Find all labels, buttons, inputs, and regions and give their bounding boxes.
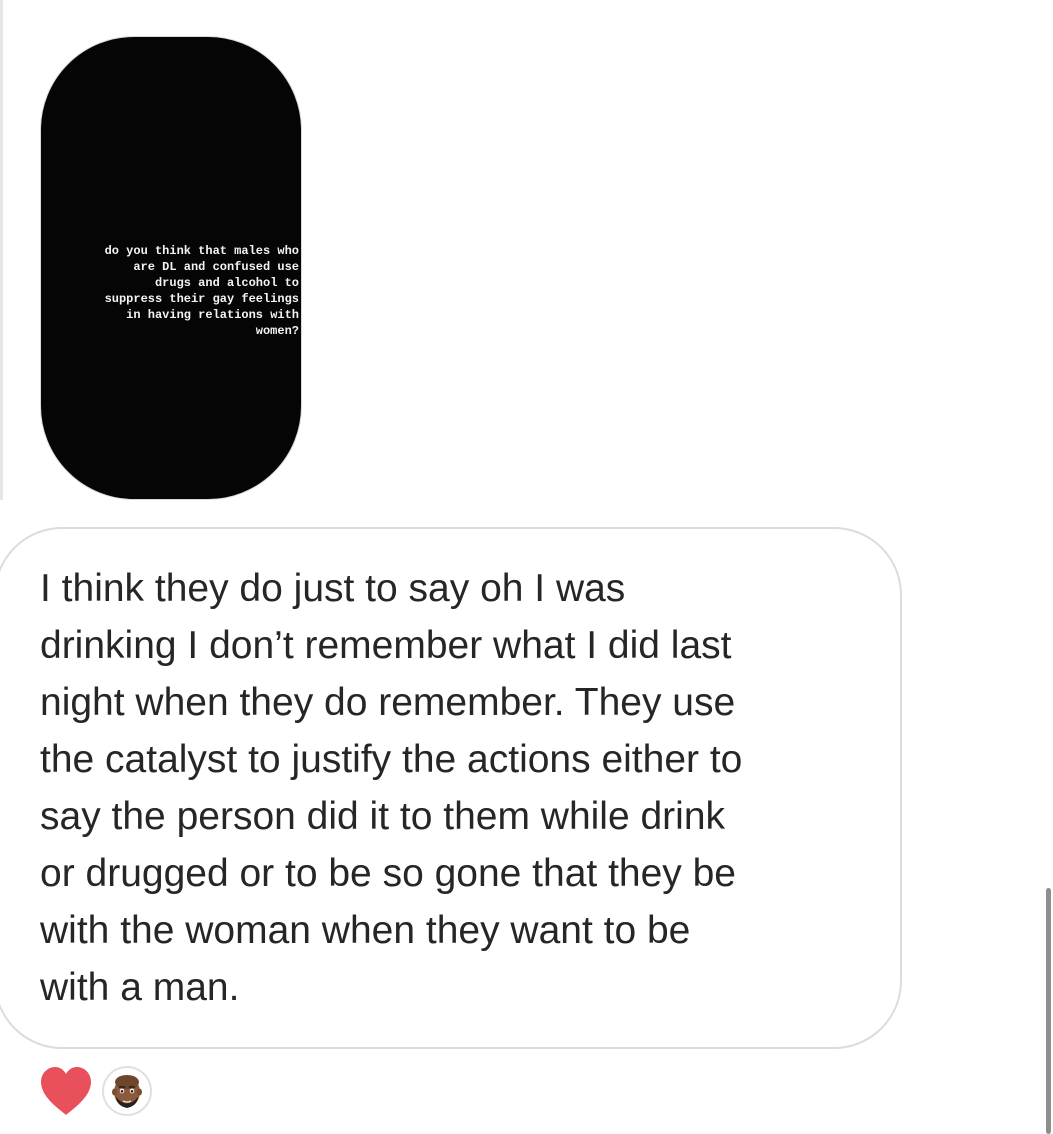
story-reply-preview[interactable]: do you think that males who are DL and c… xyxy=(40,36,302,500)
heart-icon xyxy=(41,1067,91,1115)
memoji-face-icon xyxy=(112,1075,142,1108)
message-reactions[interactable] xyxy=(38,1064,152,1118)
reactor-avatar[interactable] xyxy=(102,1066,152,1116)
reply-guide-line xyxy=(0,0,3,500)
dm-thread: do you think that males who are DL and c… xyxy=(0,0,1053,1134)
message-text: I think they do just to say oh I was dri… xyxy=(40,567,743,1009)
scrollbar[interactable] xyxy=(1046,888,1051,1134)
story-question-text: do you think that males who are DL and c… xyxy=(104,244,299,338)
